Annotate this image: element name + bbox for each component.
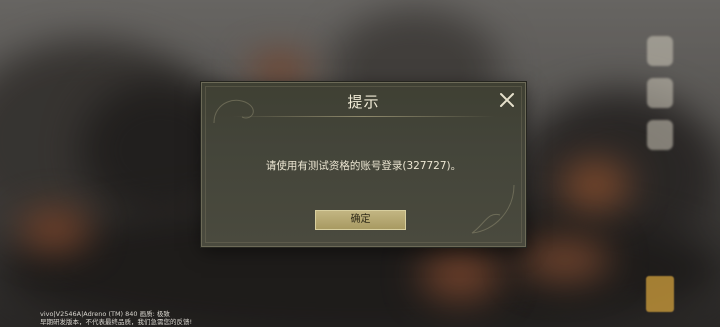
device-info-text: vivo|V2546A|Adreno (TM) 840 画质: 极致 bbox=[40, 310, 170, 318]
confirm-button[interactable]: 确定 bbox=[315, 210, 406, 230]
dialog-message: 请使用有测试资格的账号登录(327727)。 bbox=[265, 160, 462, 172]
title-divider bbox=[232, 116, 495, 117]
close-icon[interactable] bbox=[498, 91, 516, 109]
ornament-icon bbox=[471, 184, 515, 234]
dialog-title: 提示 bbox=[347, 93, 380, 111]
prompt-dialog: 提示 请使用有测试资格的账号登录(327727)。 确定 bbox=[201, 82, 526, 247]
side-menu-icon[interactable] bbox=[647, 36, 673, 66]
side-menu-icon[interactable] bbox=[647, 120, 673, 150]
side-menu-icon[interactable] bbox=[647, 78, 673, 108]
notice-text: 早期研发版本，不代表最终品质，我们急需您的反馈! bbox=[40, 318, 193, 326]
side-badge-icon[interactable] bbox=[646, 276, 674, 312]
